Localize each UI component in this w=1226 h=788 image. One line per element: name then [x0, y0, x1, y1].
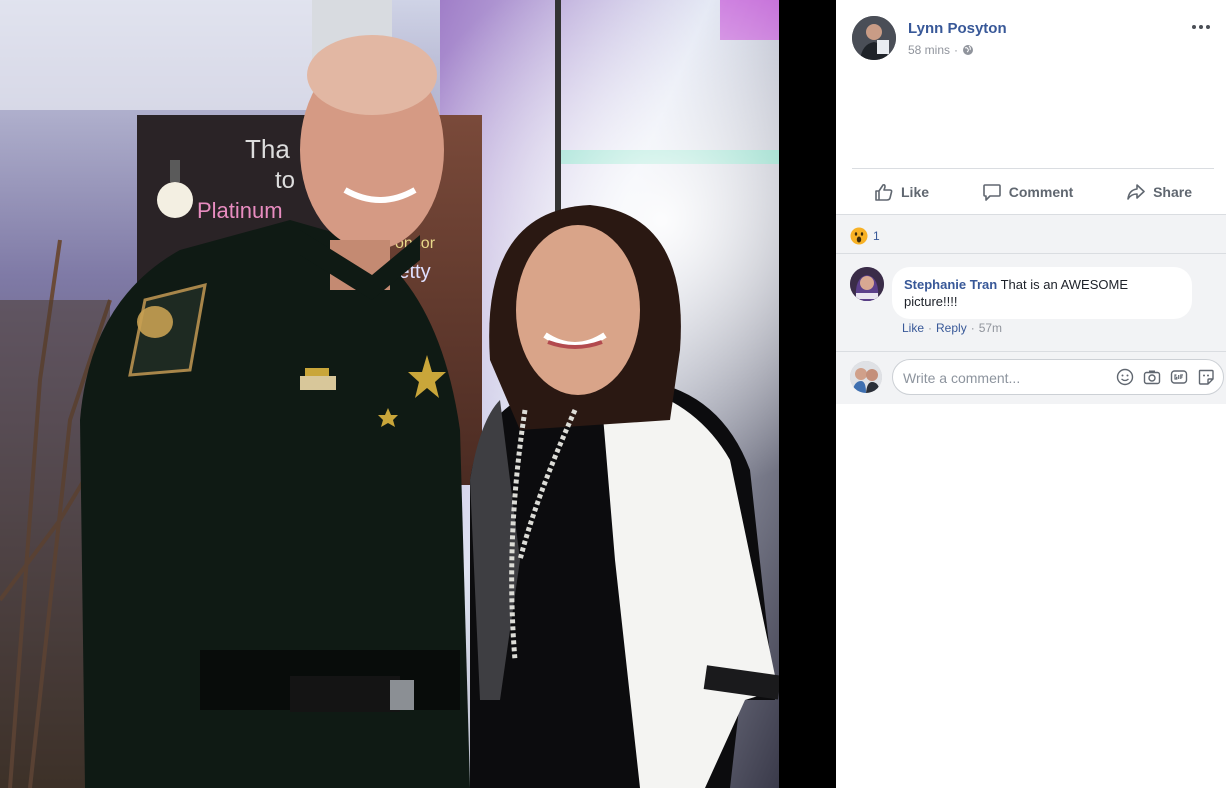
post-actions: Like Comment Share	[852, 168, 1214, 214]
reaction-count: 1	[873, 229, 880, 243]
divider	[836, 351, 1226, 352]
like-label: Like	[901, 183, 930, 200]
share-icon	[1127, 183, 1145, 200]
comment-button[interactable]: Comment	[982, 182, 1074, 202]
post-author-name[interactable]: Lynn Posyton	[908, 20, 1007, 37]
composer-icons	[1116, 368, 1215, 386]
share-button[interactable]: Share	[1126, 182, 1192, 202]
author-avatar[interactable]	[852, 16, 896, 60]
post-time[interactable]: 58 mins	[908, 43, 950, 57]
svg-text:Tha: Tha	[245, 134, 290, 164]
like-button[interactable]: Like	[874, 182, 929, 202]
comment-actions: Like · Reply · 57m	[902, 321, 1002, 335]
emoji-icon[interactable]	[1116, 368, 1134, 386]
meta-separator: ·	[954, 43, 959, 57]
commenter-name[interactable]: Stephanie Tran	[904, 277, 997, 292]
thumbs-up-icon	[875, 183, 893, 201]
comment-separator: ·	[970, 321, 975, 335]
svg-text:Platinum: Platinum	[197, 198, 283, 223]
comment-label: Comment	[1008, 183, 1074, 200]
comment-separator: ·	[928, 321, 933, 335]
wow-reaction-icon	[850, 227, 868, 245]
comment-bubble: Stephanie Tran That is an AWESOME pictur…	[892, 267, 1192, 319]
photo-viewer: Tha to Platinum onsor Betty	[0, 0, 836, 788]
globe-icon[interactable]	[962, 44, 974, 56]
reaction-summary[interactable]: 1	[850, 227, 880, 245]
sticker-icon[interactable]	[1197, 368, 1215, 386]
camera-icon[interactable]	[1143, 368, 1161, 386]
comment-input[interactable]	[903, 368, 1103, 388]
divider	[836, 253, 1226, 254]
more-options-icon[interactable]	[1190, 18, 1212, 36]
commenter-avatar[interactable]	[850, 267, 884, 301]
comment-icon	[982, 183, 1001, 201]
gif-icon[interactable]	[1170, 368, 1188, 386]
svg-text:to: to	[275, 167, 295, 194]
comment-input-box[interactable]	[892, 359, 1224, 395]
comment-reply-link[interactable]: Reply	[936, 321, 967, 335]
comment-like-link[interactable]: Like	[902, 321, 924, 335]
comment-composer	[850, 359, 1224, 395]
post-photo[interactable]: Tha to Platinum onsor Betty	[0, 0, 779, 788]
post-header: Lynn Posyton 58 mins ·	[852, 16, 1212, 66]
post-meta: 58 mins ·	[908, 43, 974, 57]
post-side-panel: Lynn Posyton 58 mins · Like Comment Shar…	[836, 0, 1226, 788]
share-label: Share	[1153, 183, 1192, 200]
feedback-section: 1 Stephanie Tran That is an AWESOME pict…	[836, 214, 1226, 404]
comment-time[interactable]: 57m	[979, 321, 1002, 335]
viewer-avatar	[850, 361, 882, 393]
